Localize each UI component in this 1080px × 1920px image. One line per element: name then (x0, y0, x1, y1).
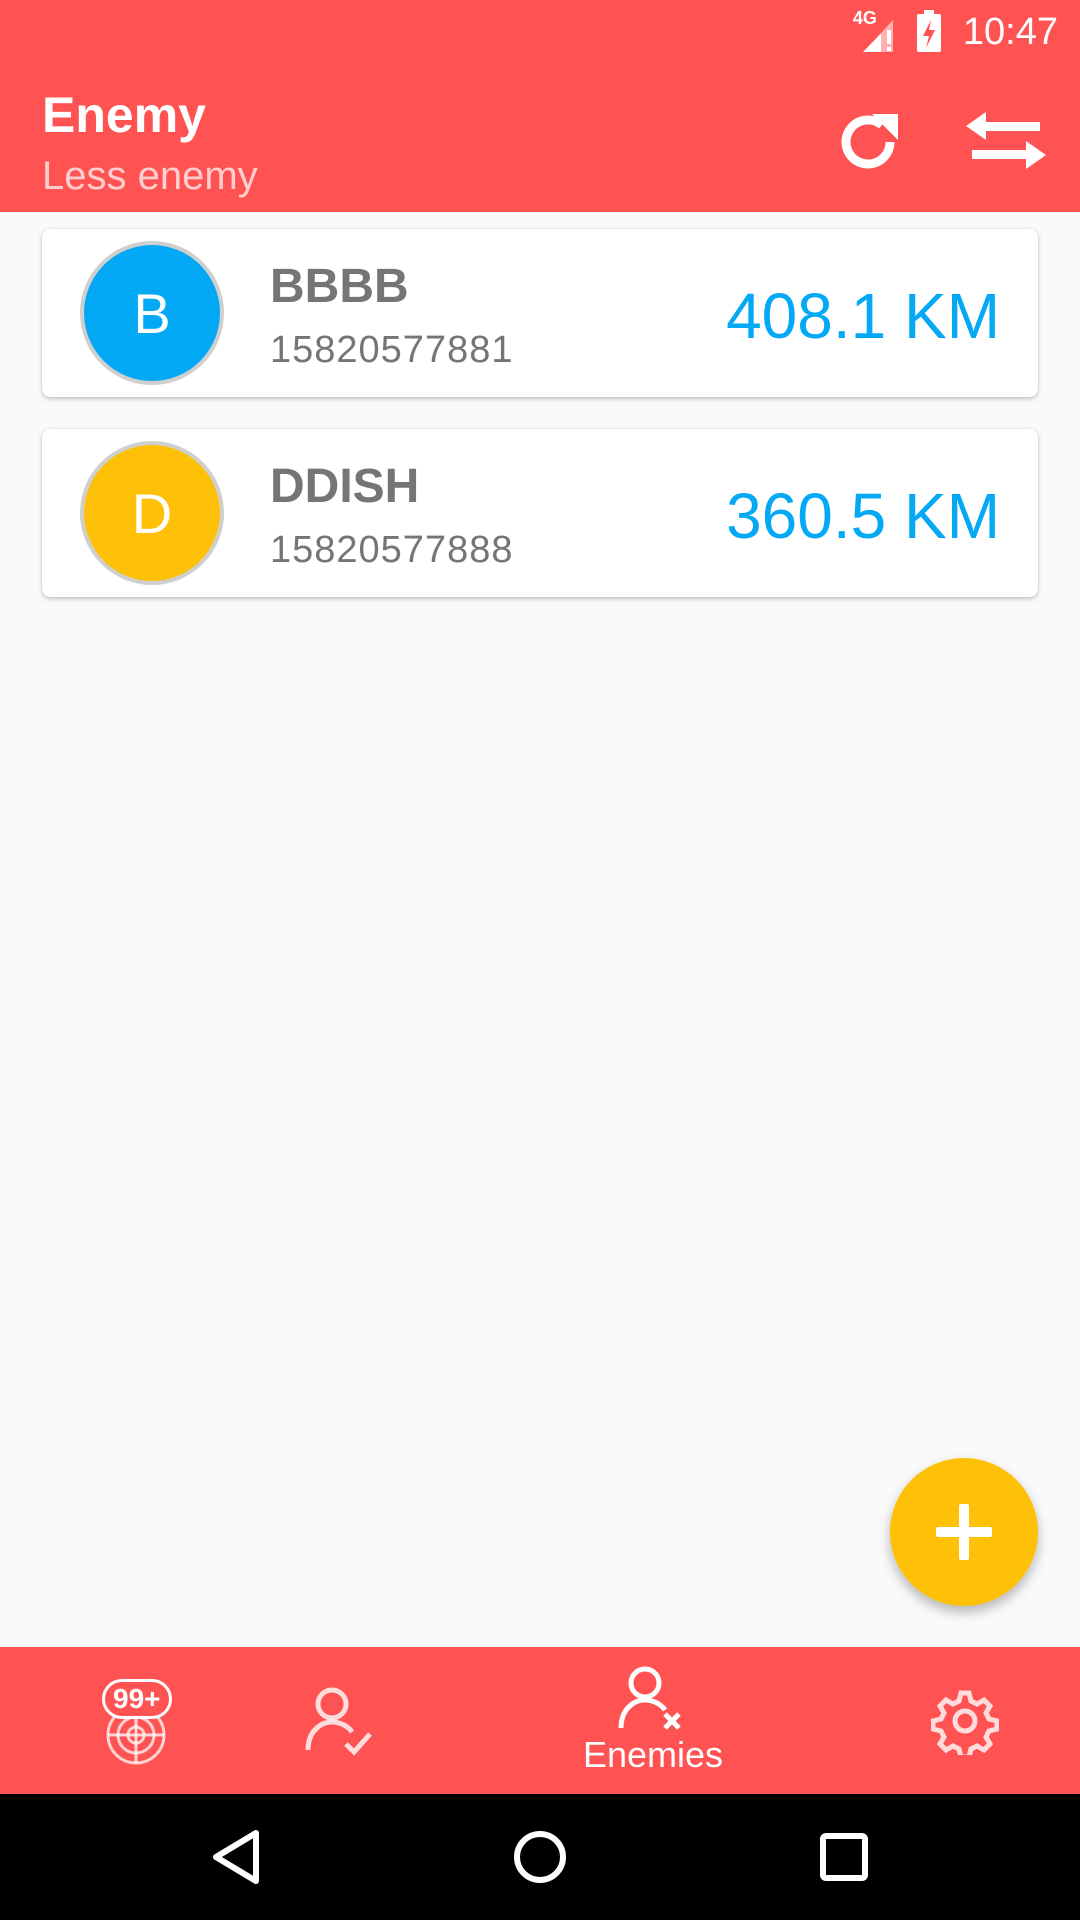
system-nav-bar (0, 1794, 1080, 1920)
status-icons: 4G 10:47 (853, 8, 1058, 56)
back-button[interactable] (196, 1817, 276, 1897)
nav-item-enemies[interactable]: Enemies (553, 1647, 753, 1794)
page-subtitle: Less enemy (42, 154, 258, 198)
gear-icon (931, 1690, 999, 1755)
recent-apps-button[interactable] (804, 1817, 884, 1897)
nav-item-label: Enemies (582, 1733, 724, 1775)
contact-name: DDISH (270, 460, 420, 513)
app-bar: Enemy Less enemy (0, 64, 1080, 212)
avatar: B (80, 241, 224, 385)
plus-icon (936, 1504, 992, 1560)
status-time: 10:47 (962, 10, 1058, 53)
nav-item-settings[interactable] (885, 1647, 1045, 1794)
refresh-icon (841, 114, 898, 169)
page-title: Enemy (42, 87, 206, 143)
contact-name: BBBB (270, 260, 409, 313)
network-type-label: 4G (852, 8, 877, 28)
swap-icon (966, 112, 1046, 169)
person-check-icon (305, 1687, 372, 1756)
battery-icon (915, 10, 943, 54)
list-item[interactable]: B BBBB 15820577881 408.1 KM (42, 229, 1038, 397)
recent-apps-icon (820, 1833, 868, 1881)
contact-distance: 360.5 KM (726, 480, 1000, 552)
nav-item-friends[interactable] (260, 1647, 420, 1794)
home-icon (514, 1831, 566, 1883)
bottom-nav: 99+ Enemies (0, 1647, 1080, 1794)
contact-phone: 15820577888 (270, 529, 514, 571)
notification-badge: 99+ (102, 1679, 172, 1719)
refresh-button[interactable] (820, 94, 916, 190)
nav-item-radar[interactable]: 99+ (60, 1647, 220, 1794)
contact-phone: 15820577881 (270, 329, 514, 371)
person-x-icon (618, 1666, 681, 1730)
status-bar: 4G 10:47 (0, 0, 1080, 64)
contact-distance: 408.1 KM (726, 280, 1000, 352)
signal-icon: 4G (852, 8, 901, 54)
add-enemy-button[interactable] (890, 1458, 1038, 1606)
screen: 4G 10:47 Enemy Less enemy B BBBB 1582057… (0, 0, 1080, 1920)
swap-button[interactable] (958, 94, 1054, 190)
avatar: D (80, 441, 224, 585)
back-icon (213, 1830, 259, 1884)
home-button[interactable] (500, 1817, 580, 1897)
list-item[interactable]: D DDISH 15820577888 360.5 KM (42, 429, 1038, 597)
